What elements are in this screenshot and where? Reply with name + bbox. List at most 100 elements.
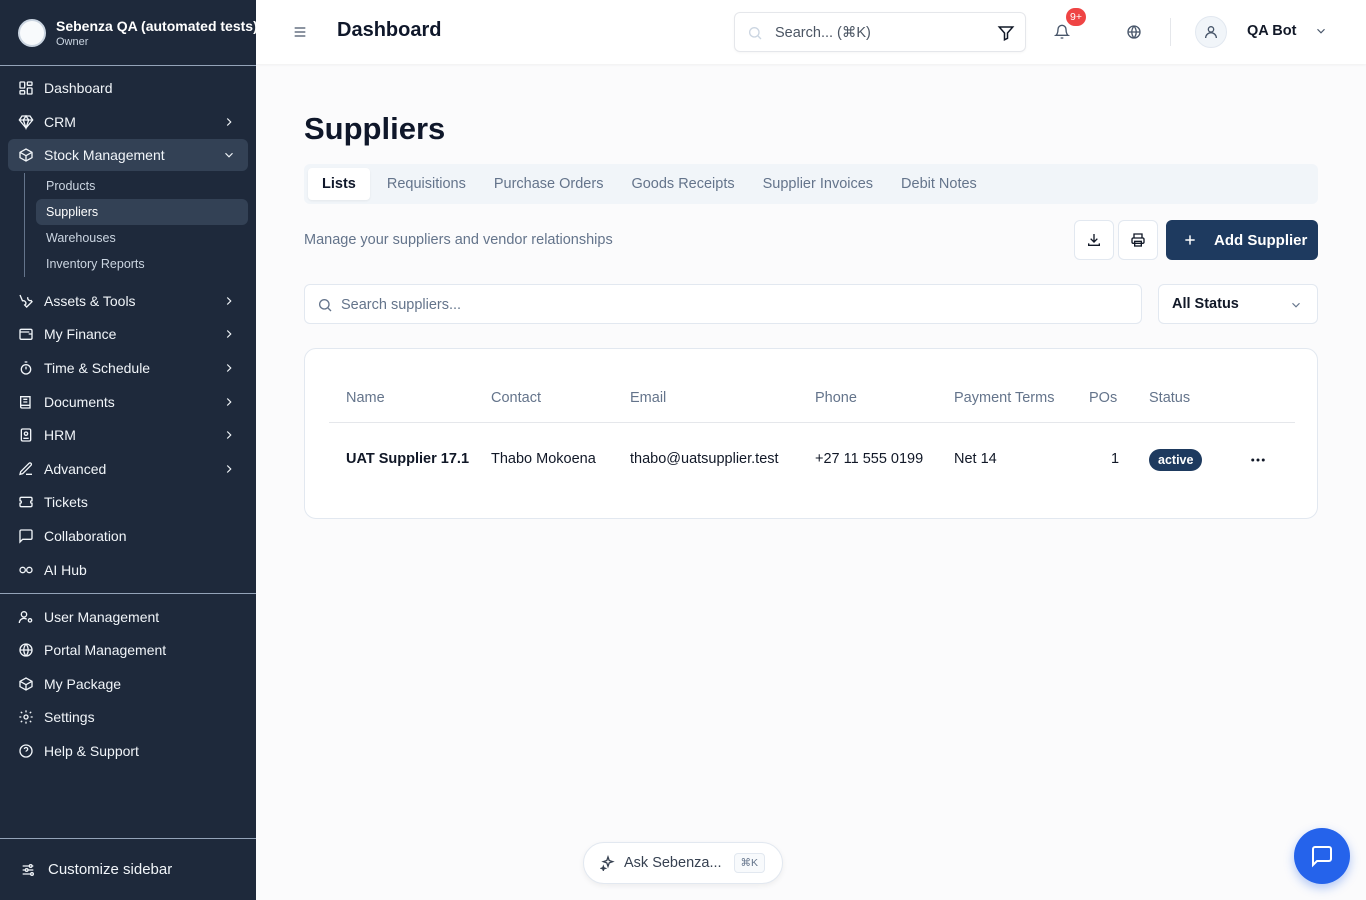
status-filter-value: All Status	[1172, 296, 1239, 312]
message-square-icon	[18, 528, 34, 544]
sidebar-item-help-support[interactable]: Help & Support	[8, 735, 248, 767]
sidebar-item-documents[interactable]: Documents	[8, 386, 248, 418]
sidebar-item-stock-management[interactable]: Stock Management	[8, 139, 248, 172]
sidebar-item-advanced[interactable]: Advanced	[8, 453, 248, 485]
sidebar-item-time-schedule[interactable]: Time & Schedule	[8, 352, 248, 384]
sidebar-item-label: AI Hub	[44, 561, 87, 578]
org-name: Sebenza QA (automated tests)	[56, 17, 256, 34]
plus-icon	[1185, 235, 1195, 245]
tab-supplier-invoices[interactable]: Supplier Invoices	[749, 168, 887, 200]
chevron-down-icon	[225, 153, 233, 158]
sidebar-subitem-suppliers[interactable]: Suppliers	[36, 198, 248, 225]
column-header-phone[interactable]: Phone	[815, 390, 857, 406]
table-header: Name Contact Email Phone Payment Terms P…	[329, 373, 1295, 423]
sidebar-item-label: Collaboration	[44, 527, 127, 544]
download-button[interactable]	[1074, 220, 1114, 260]
more-horizontal-icon[interactable]	[1249, 451, 1267, 469]
sidebar-item-crm[interactable]: CRM	[8, 106, 248, 138]
column-header-name[interactable]: Name	[346, 390, 385, 406]
sidebar-item-dashboard[interactable]: Dashboard	[8, 72, 248, 104]
tab-goods-receipts[interactable]: Goods Receipts	[617, 168, 748, 200]
supplier-search[interactable]	[304, 284, 1142, 324]
sidebar-item-user-management[interactable]: User Management	[8, 601, 248, 633]
sidebar-item-label: Advanced	[44, 460, 107, 477]
user-name[interactable]: QA Bot	[1247, 23, 1296, 39]
package-icon	[18, 676, 34, 692]
add-supplier-button[interactable]: Add Supplier	[1166, 220, 1318, 260]
tab-lists[interactable]: Lists	[308, 168, 370, 200]
customize-sidebar-label: Customize sidebar	[48, 861, 173, 878]
user-cog-icon	[18, 609, 34, 625]
supplier-contact: Thabo Mokoena	[491, 451, 596, 467]
chevron-down-icon[interactable]	[1314, 24, 1328, 38]
chevron-right-icon	[226, 364, 232, 372]
page-title: Suppliers	[304, 111, 446, 146]
user-icon	[1205, 26, 1217, 39]
chevron-right-icon	[226, 330, 232, 339]
stock-submenu: Products Suppliers Warehouses Inventory …	[24, 172, 248, 277]
tab-list: Lists Requisitions Purchase Orders Goods…	[304, 164, 1318, 204]
tab-purchase-orders[interactable]: Purchase Orders	[480, 168, 618, 200]
status-filter-select[interactable]: All Status	[1158, 284, 1318, 324]
sidebar-item-settings[interactable]: Settings	[8, 701, 248, 733]
column-header-pos[interactable]: POs	[1089, 390, 1117, 406]
globe-icon[interactable]	[1126, 24, 1142, 40]
filter-icon[interactable]	[997, 24, 1015, 42]
org-role: Owner	[56, 35, 89, 48]
org-switcher[interactable]: Sebenza QA (automated tests) Owner	[0, 0, 256, 66]
sidebar-item-label: Tickets	[44, 494, 88, 511]
avatar[interactable]	[1195, 16, 1227, 48]
column-header-payment-terms[interactable]: Payment Terms	[954, 390, 1054, 406]
bell-icon[interactable]	[1054, 24, 1070, 40]
message-square-icon	[1312, 846, 1332, 868]
sidebar-item-label: Dashboard	[44, 80, 113, 96]
sidebar-item-assets-tools[interactable]: Assets & Tools	[8, 285, 248, 317]
column-header-status[interactable]: Status	[1149, 390, 1190, 406]
org-avatar	[18, 18, 46, 47]
chevron-right-icon	[226, 296, 232, 305]
sidebar-subitem-products[interactable]: Products	[36, 173, 248, 199]
sidebar-subitem-warehouses[interactable]: Warehouses	[36, 225, 248, 251]
supplier-search-input[interactable]	[341, 293, 1121, 317]
sidebar-item-label: Settings	[44, 709, 95, 726]
sidebar-item-collaboration[interactable]: Collaboration	[8, 520, 248, 552]
chevron-right-icon	[226, 431, 232, 440]
sidebar-item-my-finance[interactable]: My Finance	[8, 318, 248, 350]
customize-sidebar-button[interactable]: Customize sidebar	[0, 838, 256, 900]
sidebar-item-my-package[interactable]: My Package	[8, 668, 248, 700]
ask-assistant-button[interactable]: Ask Sebenza... ⌘K	[583, 842, 783, 884]
help-circle-icon	[18, 743, 34, 759]
chat-button[interactable]	[1294, 828, 1350, 884]
menu-icon[interactable]	[292, 24, 308, 40]
column-header-contact[interactable]: Contact	[491, 390, 541, 406]
print-button[interactable]	[1118, 220, 1158, 260]
sidebar-item-ai-hub[interactable]: AI Hub	[8, 554, 248, 586]
timer-icon	[18, 360, 34, 376]
pen-icon	[18, 461, 34, 477]
sidebar-nav: Dashboard CRM Stock Management Products …	[0, 66, 256, 767]
sidebar-subitem-inventory-reports[interactable]: Inventory Reports	[36, 251, 248, 277]
sidebar-item-portal-management[interactable]: Portal Management	[8, 634, 248, 666]
book-icon	[18, 394, 34, 410]
header-divider	[1170, 18, 1171, 46]
global-search-input[interactable]	[775, 21, 975, 45]
wrench-icon	[18, 293, 34, 309]
tab-requisitions[interactable]: Requisitions	[373, 168, 480, 200]
sidebar-item-tickets[interactable]: Tickets	[8, 486, 248, 518]
search-icon	[319, 299, 332, 312]
sidebar-item-label: User Management	[44, 608, 160, 625]
column-header-email[interactable]: Email	[630, 390, 666, 406]
globe-icon	[18, 642, 34, 658]
notification-badge: 9+	[1066, 8, 1086, 26]
top-header: Dashboard 9+ QA Bot	[256, 0, 1366, 64]
sliders-icon	[22, 863, 34, 876]
sidebar-item-label: My Package	[44, 675, 122, 692]
chevron-down-icon	[1292, 302, 1300, 308]
table-row[interactable]: UAT Supplier 17.1 Thabo Mokoena thabo@ua…	[329, 423, 1295, 495]
sidebar: Sebenza QA (automated tests) Owner Dashb…	[0, 0, 256, 900]
tab-debit-notes[interactable]: Debit Notes	[887, 168, 991, 200]
global-search[interactable]	[734, 12, 1026, 52]
supplier-name[interactable]: UAT Supplier 17.1	[346, 451, 469, 467]
supplier-po-count: 1	[1111, 451, 1120, 467]
sidebar-item-hrm[interactable]: HRM	[8, 419, 248, 451]
